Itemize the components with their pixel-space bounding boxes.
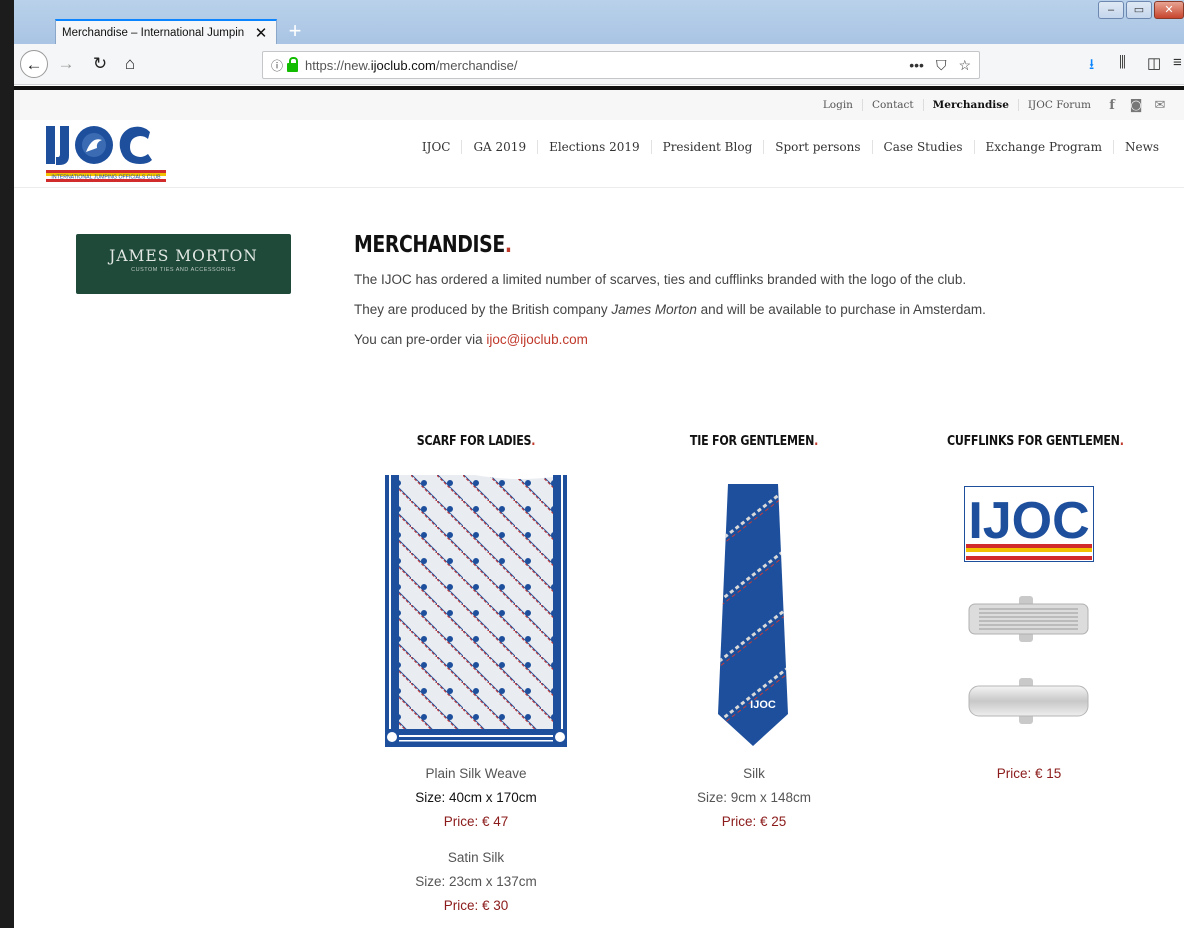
tie-name: Silk — [743, 766, 765, 781]
scarf-v2-size: Size: 23cm x 137cm — [415, 874, 537, 889]
new-tab-button[interactable]: + — [284, 18, 306, 44]
tie-size: Size: 9cm x 148cm — [696, 790, 812, 805]
cufflink-image-2 — [968, 678, 1089, 724]
sponsor-tagline: CUSTOM TIES AND ACCESSORIES — [131, 267, 236, 273]
reload-icon: ↻ — [92, 54, 108, 73]
navigation-bar: ← → ↻ ⌂ ⓘ https://new.ijoclub.com/mercha… — [14, 44, 1184, 85]
nav-news[interactable]: News — [1112, 140, 1170, 154]
pocket-icon[interactable]: ⛉ — [936, 57, 947, 74]
nav-sport-persons[interactable]: Sport persons — [763, 140, 871, 154]
close-window-button[interactable]: ✕ — [1154, 1, 1184, 19]
browser-window: Merchandise – International Jumpin ✕ + –… — [0, 0, 1184, 928]
top-link-contact[interactable]: Contact — [863, 99, 924, 111]
product-cufflinks-title: CUFFLINKS FOR GENTLEMEN. — [947, 433, 1124, 449]
cufflinks-logo-image: IJOC — [964, 486, 1094, 562]
menu-icon[interactable]: ≡ — [1173, 54, 1182, 71]
cufflinks-price: Price: € 15 — [996, 766, 1062, 781]
preorder-paragraph: You can pre-order via ijoc@ijoclub.com — [354, 332, 588, 347]
top-link-merchandise[interactable]: Merchandise — [924, 99, 1019, 111]
sidebar-icon[interactable]: ◫ — [1147, 54, 1161, 72]
page-actions-icon[interactable]: ••• — [909, 57, 924, 74]
tie-price: Price: € 25 — [721, 814, 787, 829]
tie-image: IJOC — [718, 484, 788, 746]
nav-president-blog[interactable]: President Blog — [650, 140, 764, 154]
james-morton-logo[interactable]: JAMES MORTON CUSTOM TIES AND ACCESSORIES — [76, 234, 291, 294]
back-arrow-icon: ← — [25, 55, 43, 74]
nav-elections-2019[interactable]: Elections 2019 — [537, 140, 651, 154]
top-link-forum[interactable]: IJOC Forum — [1019, 99, 1100, 111]
nav-case-studies[interactable]: Case Studies — [871, 140, 974, 154]
scarf-v1-name: Plain Silk Weave — [425, 766, 527, 781]
scarf-v1-price: Price: € 47 — [443, 814, 509, 829]
nav-ijoc[interactable]: IJOC — [411, 140, 462, 154]
tab-title: Merchandise – International Jumpin — [62, 26, 245, 39]
main-content: MERCHANDISE. The IJOC has ordered a limi… — [354, 232, 1154, 348]
producer-paragraph: They are produced by the British company… — [354, 302, 986, 317]
instagram-icon[interactable]: ◙ — [1124, 98, 1148, 113]
svg-text:INTERNATIONAL JUMPING OFFICIAL: INTERNATIONAL JUMPING OFFICIALS CLUB — [51, 175, 161, 181]
page-title: MERCHANDISE. — [354, 232, 512, 258]
email-icon[interactable]: ✉ — [1148, 98, 1172, 113]
scarf-v1-size: Size: 40cm x 170cm — [415, 790, 537, 805]
home-icon: ⌂ — [124, 54, 136, 73]
product-tie-title: TIE FOR GENTLEMEN. — [689, 433, 819, 449]
minimize-button[interactable]: – — [1098, 1, 1124, 19]
download-icon[interactable]: ⭳ — [1089, 54, 1094, 79]
intro-paragraph: The IJOC has ordered a limited number of… — [354, 272, 967, 287]
tie-details: Silk Size: 9cm x 148cm Price: € 25 — [664, 762, 844, 834]
product-scarf-title: SCARF FOR LADIES. — [416, 433, 536, 449]
cufflinks-details: Price: € 15 — [929, 762, 1129, 786]
scarf-variants: Plain Silk Weave Size: 40cm x 170cm Pric… — [386, 762, 566, 918]
forward-arrow-icon: → — [57, 54, 75, 73]
email-link[interactable]: ijoc@ijoclub.com — [486, 332, 588, 347]
nav-ga-2019[interactable]: GA 2019 — [461, 140, 537, 154]
svg-text:IJOC: IJOC — [750, 699, 776, 711]
top-link-login[interactable]: Login — [814, 99, 863, 111]
back-button[interactable]: ← — [20, 50, 48, 78]
svg-text:IJOC: IJOC — [968, 492, 1089, 550]
info-icon[interactable]: ⓘ — [271, 57, 283, 74]
facebook-icon[interactable]: f — [1100, 98, 1124, 113]
home-button[interactable]: ⌂ — [116, 50, 144, 78]
scarf-v2-name: Satin Silk — [447, 850, 505, 865]
site-top-bar: Login Contact Merchandise IJOC Forum f ◙… — [14, 90, 1184, 120]
scarf-image — [385, 475, 567, 747]
url-text[interactable]: https://new.ijoclub.com/merchandise/ — [305, 58, 517, 73]
maximize-button[interactable]: ▭ — [1126, 1, 1152, 19]
active-tab[interactable]: Merchandise – International Jumpin ✕ — [55, 19, 277, 44]
sponsor-name: JAMES MORTON — [109, 247, 258, 265]
url-bar[interactable]: ⓘ https://new.ijoclub.com/merchandise/ •… — [262, 51, 980, 79]
library-icon[interactable]: ⫼ — [1119, 54, 1126, 71]
forward-button[interactable]: → — [52, 50, 80, 78]
reload-button[interactable]: ↻ — [86, 50, 114, 78]
ijoc-logo[interactable]: INTERNATIONAL JUMPING OFFICIALS CLUB — [44, 122, 178, 186]
tab-close-icon[interactable]: ✕ — [252, 24, 270, 42]
bookmark-star-icon[interactable]: ☆ — [958, 57, 971, 74]
scarf-v2-price: Price: € 30 — [443, 898, 509, 913]
cufflink-image-1 — [968, 596, 1089, 642]
site-header: INTERNATIONAL JUMPING OFFICIALS CLUB IJO… — [14, 120, 1184, 188]
nav-exchange-program[interactable]: Exchange Program — [973, 140, 1113, 154]
title-bar: Merchandise – International Jumpin ✕ + –… — [14, 0, 1184, 44]
lock-icon[interactable] — [287, 56, 299, 72]
